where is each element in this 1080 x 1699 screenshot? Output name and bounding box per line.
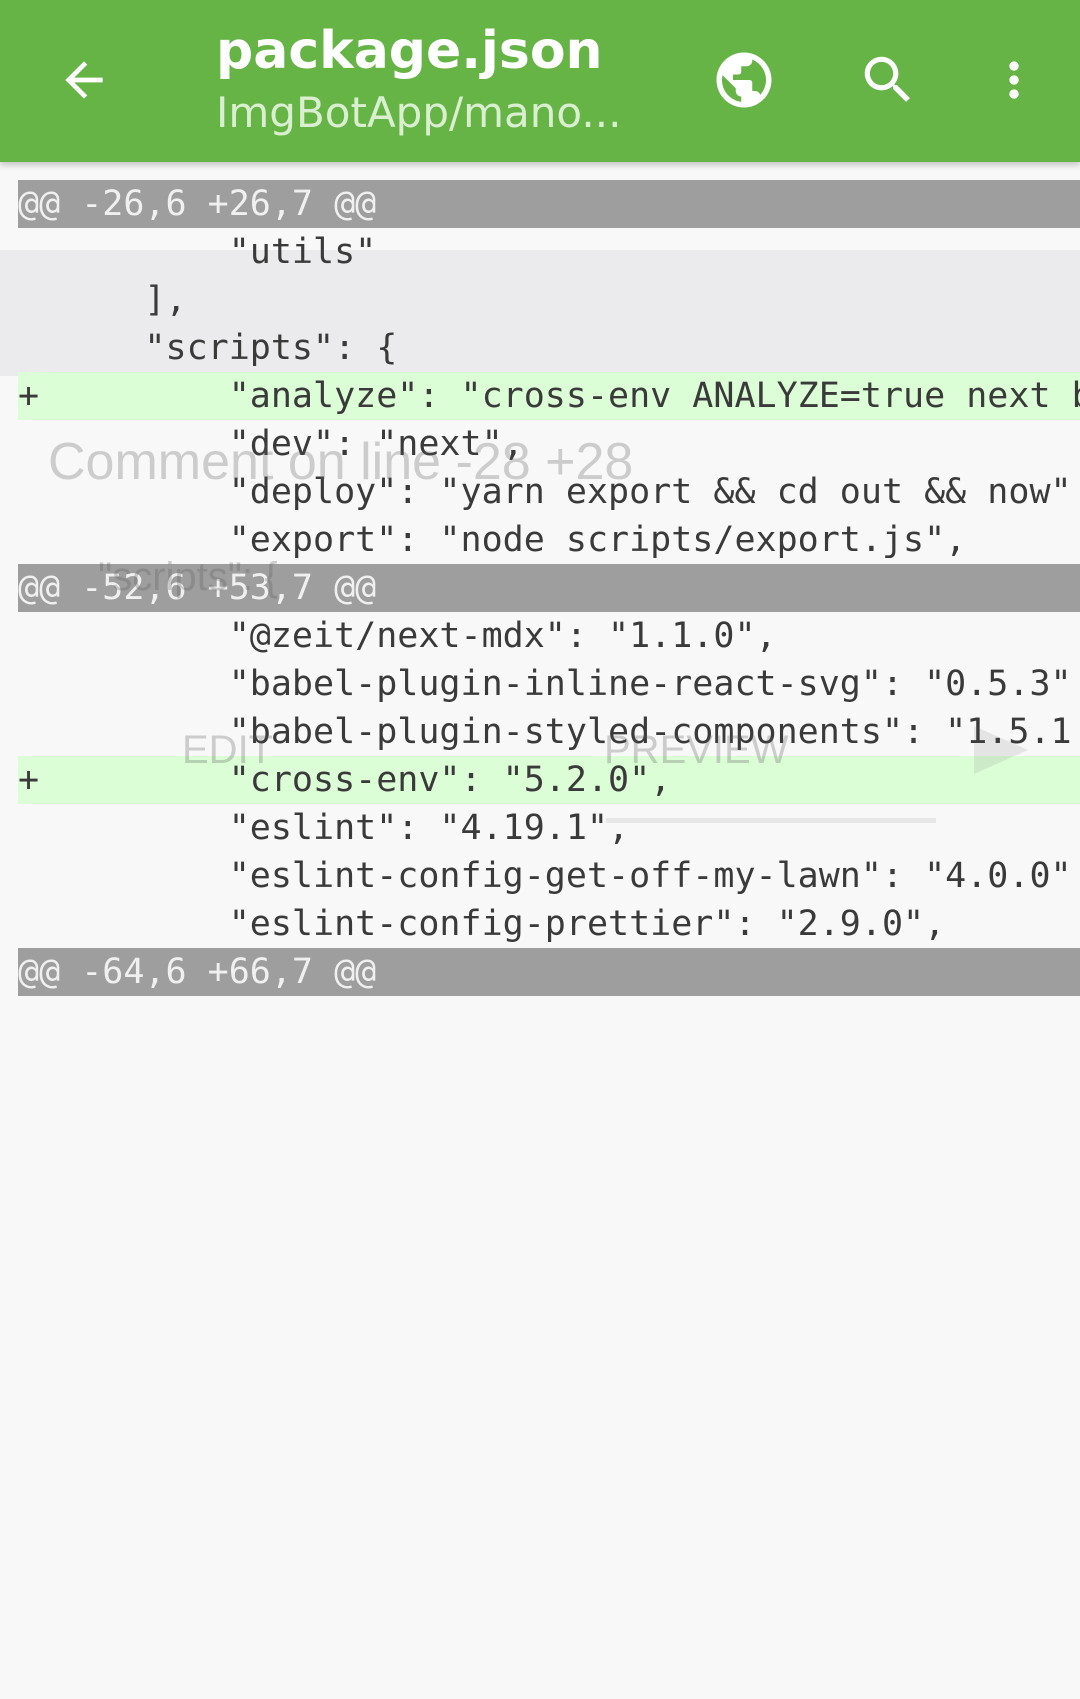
diff-line-added[interactable]: + "analyze": "cross-env ANALYZE=true nex…: [18, 372, 1080, 420]
diff-line-added[interactable]: + "cross-env": "5.2.0",: [18, 756, 1080, 804]
diff-line[interactable]: "eslint-config-get-off-my-lawn": "4.0.0": [18, 852, 1080, 900]
search-button[interactable]: [848, 40, 928, 120]
diff-hunk-header[interactable]: @@ -64,6 +66,7 @@: [18, 948, 1080, 996]
more-options-button[interactable]: [974, 40, 1054, 120]
send-icon: [974, 726, 1028, 774]
diff-line[interactable]: "export": "node scripts/export.js",: [18, 516, 1080, 564]
diff-line[interactable]: "deploy": "yarn export && cd out && now": [18, 468, 1080, 516]
diff-line[interactable]: ],: [18, 276, 1080, 324]
comment-tab-indicator: [606, 818, 936, 823]
diff-line[interactable]: "eslint-config-prettier": "2.9.0",: [18, 900, 1080, 948]
more-vert-icon: [1009, 61, 1019, 99]
file-title: package.json: [216, 21, 603, 81]
diff-line[interactable]: "babel-plugin-inline-react-svg": "0.5.3": [18, 660, 1080, 708]
diff-line[interactable]: "eslint": "4.19.1",: [18, 804, 1080, 852]
globe-icon: [716, 52, 772, 108]
search-icon: [864, 56, 910, 102]
diff-line[interactable]: "scripts": {: [18, 324, 1080, 372]
diff-line[interactable]: "dev": "next",: [18, 420, 1080, 468]
diff-line[interactable]: "@zeit/next-mdx": "1.1.0",: [18, 612, 1080, 660]
diff-line[interactable]: "babel-plugin-styled-components": "1.5.1: [18, 708, 1080, 756]
open-in-browser-button[interactable]: [704, 40, 784, 120]
diff-line[interactable]: "utils": [18, 228, 1080, 276]
arrow-left-icon: [65, 61, 103, 99]
app-bar: package.json ImgBotApp/mano...: [0, 0, 1080, 162]
diff-view[interactable]: @@ -26,6 +26,7 @@ "utils" ], "scripts": …: [18, 180, 1080, 996]
back-button[interactable]: [48, 44, 120, 116]
repo-subtitle: ImgBotApp/mano...: [216, 88, 622, 137]
diff-hunk-header[interactable]: @@ -26,6 +26,7 @@: [18, 180, 1080, 228]
diff-hunk-header[interactable]: @@ -52,6 +53,7 @@: [18, 564, 1080, 612]
title-block: package.json ImgBotApp/mano...: [216, 16, 636, 140]
